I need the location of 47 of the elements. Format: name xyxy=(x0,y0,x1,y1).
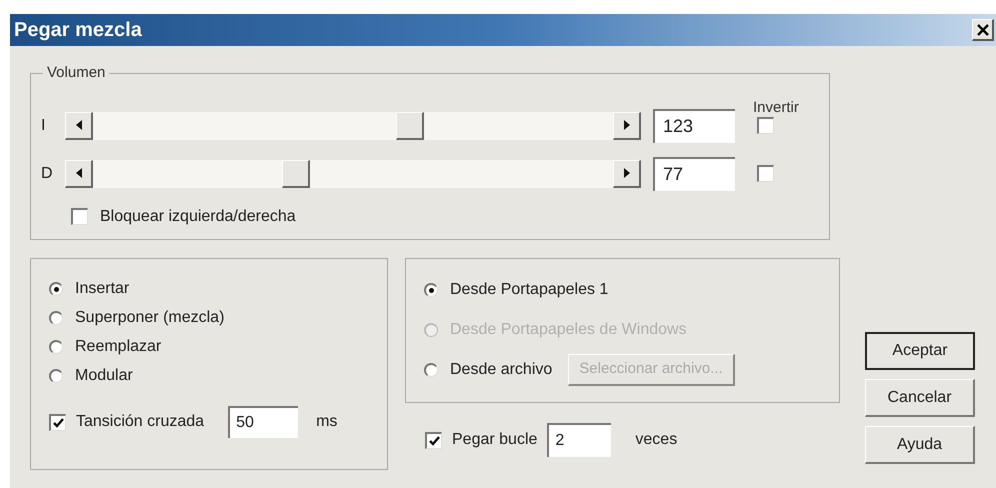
scroll-left-button[interactable] xyxy=(65,112,93,140)
selected-radio-button[interactable] xyxy=(424,283,438,297)
checked-checkbox[interactable] xyxy=(49,414,66,430)
unit-label: ms xyxy=(316,412,338,432)
checkbox-label: Pegar bucle xyxy=(452,430,538,450)
input-field[interactable]: 2 xyxy=(547,423,612,457)
checkbox[interactable] xyxy=(757,117,774,134)
left-arrow-icon xyxy=(76,168,82,178)
input-field[interactable]: 50 xyxy=(228,406,298,438)
value-field[interactable]: 123 xyxy=(653,108,735,142)
left-arrow-icon xyxy=(76,120,82,130)
checkbox-label: Bloquear izquierda/derecha xyxy=(100,206,296,226)
slider-thumb[interactable] xyxy=(282,160,310,188)
window-title: Pegar mezcla xyxy=(14,18,142,43)
radio-label: Desde Portapapeles 1 xyxy=(450,280,608,300)
radio-button[interactable] xyxy=(49,369,63,383)
unit-label: veces xyxy=(635,430,678,450)
scroll-right-button[interactable] xyxy=(613,160,641,188)
checked-checkbox[interactable] xyxy=(425,432,442,448)
radio-label: Modular xyxy=(75,366,133,386)
selected-radio-button[interactable] xyxy=(49,282,63,296)
close-icon xyxy=(976,24,988,36)
channel-label: I xyxy=(41,116,46,136)
dialog-button[interactable]: Aceptar xyxy=(865,332,975,370)
radio-label: Reemplazar xyxy=(75,337,162,357)
radio-label: Superponer (mezcla) xyxy=(75,308,224,328)
right-arrow-icon xyxy=(624,120,630,130)
scroll-right-button[interactable] xyxy=(613,112,641,140)
scroll-left-button[interactable] xyxy=(65,160,93,188)
radio-button[interactable] xyxy=(424,363,438,377)
checkbox[interactable] xyxy=(71,208,88,225)
slider-thumb[interactable] xyxy=(396,112,424,140)
value-field[interactable]: 77 xyxy=(653,156,735,190)
dialog-button[interactable]: Cancelar xyxy=(865,379,975,417)
right-arrow-icon xyxy=(624,168,630,178)
close-button[interactable] xyxy=(972,19,994,41)
dialog-button[interactable]: Ayuda xyxy=(865,426,975,464)
channel-label: D xyxy=(41,164,54,184)
group-title: Volumen xyxy=(46,63,106,83)
radio-label: Desde archivo xyxy=(450,360,552,380)
radio-button[interactable] xyxy=(49,311,63,325)
column-header: Invertir xyxy=(753,98,799,118)
radio-label: Desde Portapapeles de Windows xyxy=(450,320,687,340)
radio-label: Insertar xyxy=(75,279,130,299)
radio-button[interactable] xyxy=(49,340,63,354)
checkbox-label: Tansición cruzada xyxy=(76,412,204,432)
checkbox[interactable] xyxy=(757,165,774,182)
